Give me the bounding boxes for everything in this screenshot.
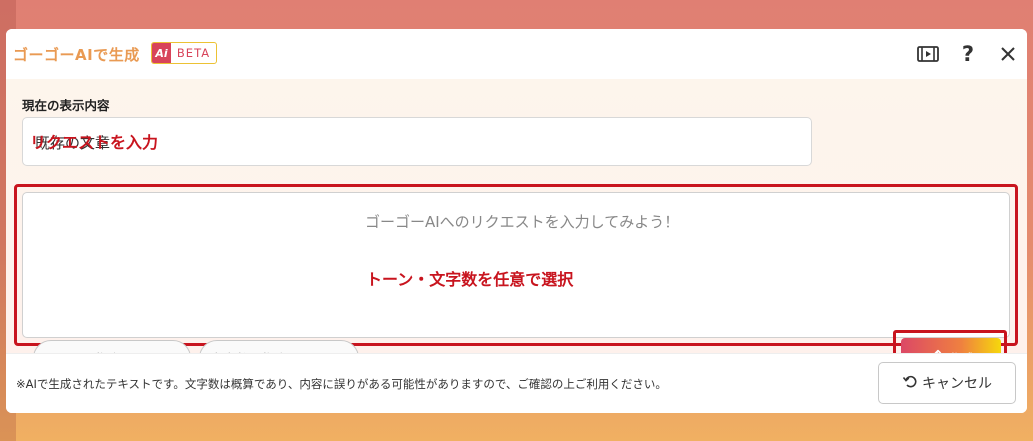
dialog-body: 現在の表示内容 既存の文章 ゴーゴーAIへのリクエストを入力してみよう！ トーン… [6, 79, 1027, 385]
help-icon[interactable]: ? [957, 42, 979, 66]
film-icon[interactable] [917, 42, 939, 66]
beta-label: BETA [176, 46, 211, 60]
cancel-button[interactable]: キャンセル [878, 362, 1016, 404]
close-icon[interactable] [997, 42, 1019, 66]
dialog-footer: ※AIで生成されたテキストです。文字数は概算であり、内容に誤りがある可能性があり… [6, 353, 1027, 413]
undo-icon [902, 373, 918, 393]
ai-beta-badge: Ai BETA [151, 42, 217, 64]
ai-generate-dialog: ゴーゴーAIで生成 Ai BETA ? 現在の表示内容 既存の文章 ゴーゴーAI… [6, 29, 1027, 413]
dialog-title: ゴーゴーAIで生成 [13, 46, 140, 64]
tone-length-annotation: トーン・文字数を任意で選択 [366, 270, 574, 289]
request-input[interactable]: ゴーゴーAIへのリクエストを入力してみよう！ [22, 192, 1010, 338]
ai-badge-mark: Ai [152, 43, 171, 63]
current-content-label: 現在の表示内容 [22, 98, 110, 113]
request-annotation: リクエストを入力 [30, 133, 159, 152]
dialog-header: ゴーゴーAIで生成 Ai BETA ? [6, 29, 1027, 79]
cancel-button-label: キャンセル [922, 376, 992, 392]
request-placeholder: ゴーゴーAIへのリクエストを入力してみよう！ [365, 213, 680, 231]
disclaimer-text: ※AIで生成されたテキストです。文字数は概算であり、内容に誤りがある可能性があり… [16, 377, 667, 391]
